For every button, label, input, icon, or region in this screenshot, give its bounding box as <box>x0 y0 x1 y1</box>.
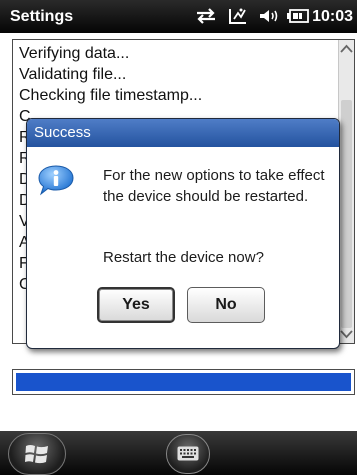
volume-icon[interactable] <box>258 7 280 25</box>
taskbar <box>0 431 357 475</box>
log-line: Validating file... <box>19 66 127 83</box>
dialog-question: Restart the device now? <box>103 249 264 266</box>
dialog-title: Success <box>27 119 339 147</box>
yes-button[interactable]: Yes <box>97 287 175 323</box>
keyboard-button[interactable] <box>166 434 210 474</box>
log-line: Checking file timestamp... <box>19 87 203 104</box>
scroll-down-icon[interactable] <box>340 329 353 339</box>
windows-start-icon <box>25 445 48 464</box>
info-icon <box>38 165 74 196</box>
signal-icon[interactable] <box>227 7 249 25</box>
scrollbar-thumb[interactable] <box>341 100 352 328</box>
progress-bar <box>12 369 355 395</box>
log-line: Verifying data... <box>19 45 130 62</box>
log-scrollbar[interactable] <box>338 40 354 343</box>
window-title: Settings <box>10 8 74 25</box>
start-button[interactable] <box>8 433 66 475</box>
progress-fill <box>16 373 351 391</box>
clock-time[interactable]: 10:03 <box>312 8 353 26</box>
battery-icon[interactable] <box>286 7 310 25</box>
dialog-message: For the new options to take effect the d… <box>103 167 325 205</box>
success-dialog: Success For the new options to take effe… <box>26 118 340 349</box>
sync-icon[interactable] <box>194 7 218 25</box>
scroll-up-icon[interactable] <box>340 44 353 54</box>
no-button[interactable]: No <box>187 287 265 323</box>
keyboard-icon <box>177 446 199 461</box>
title-bar: Settings 10:03 <box>0 0 357 33</box>
